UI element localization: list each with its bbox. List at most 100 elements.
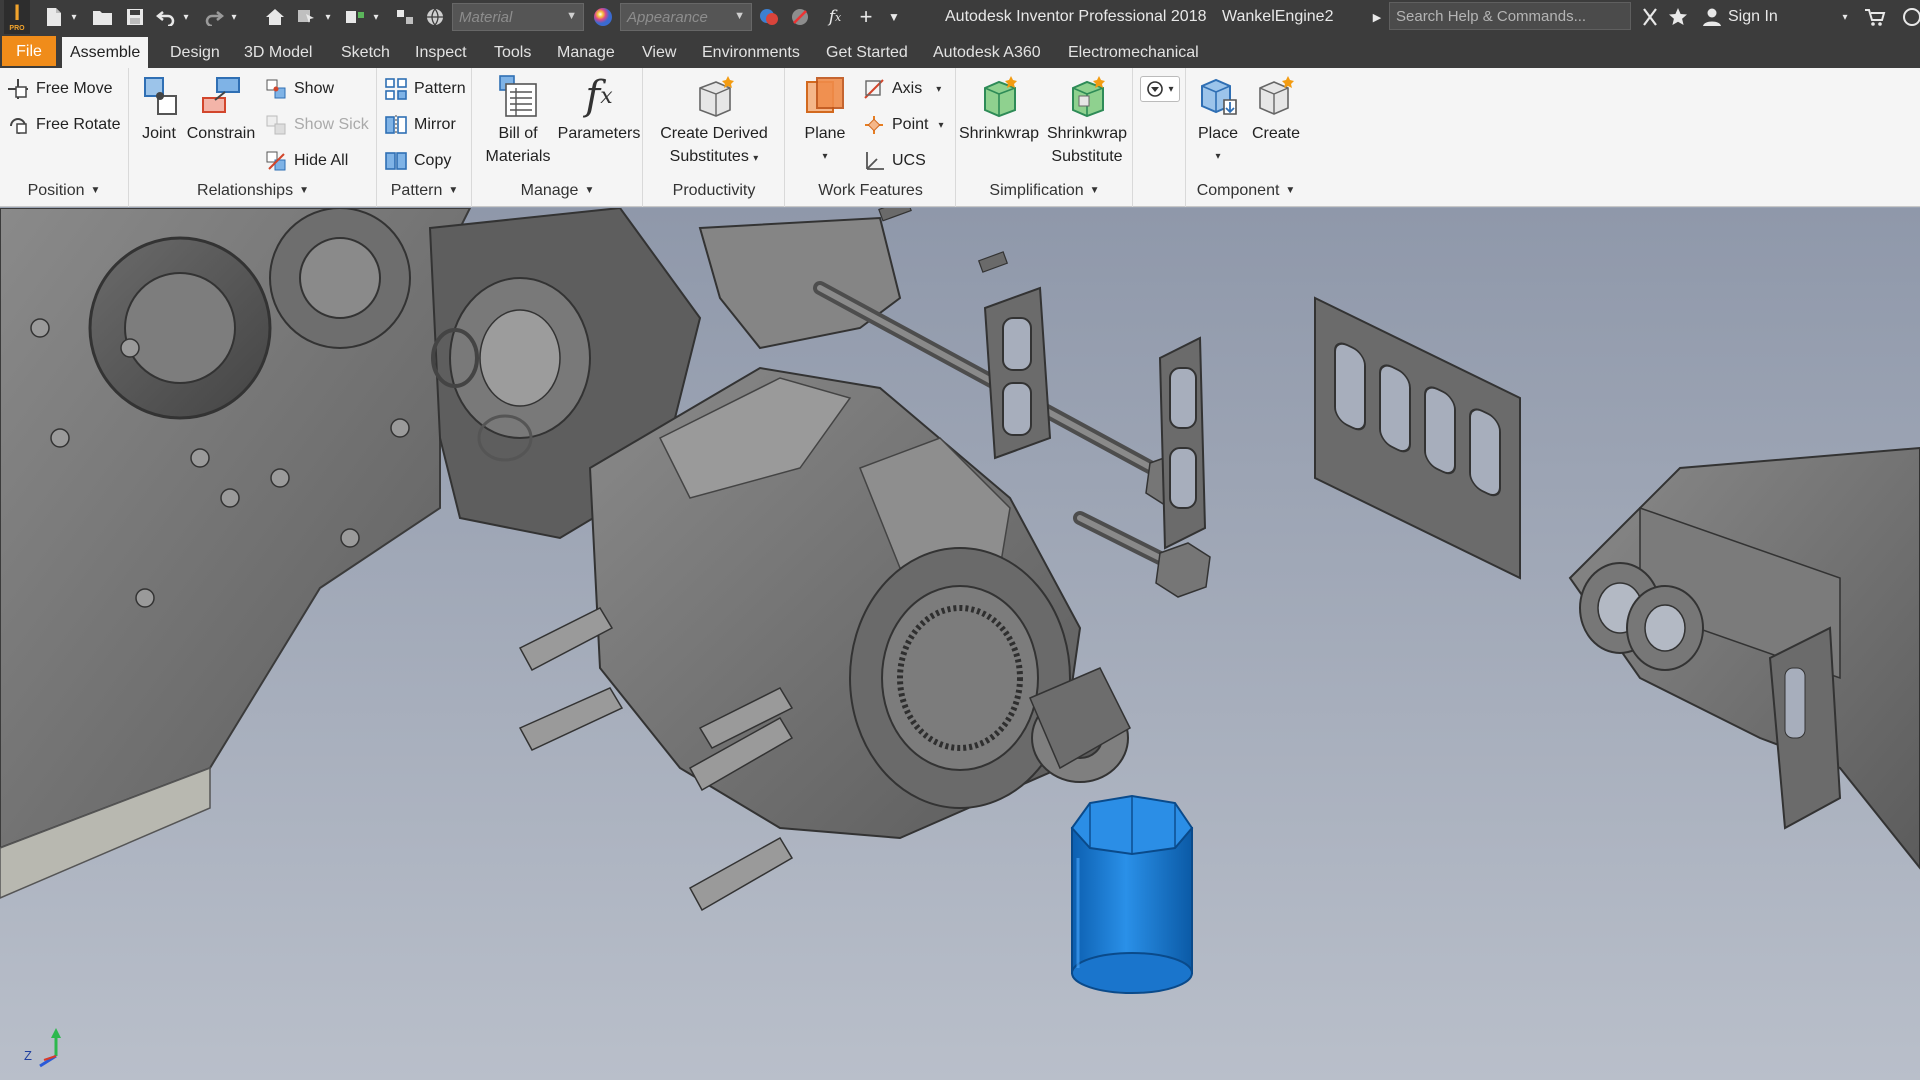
signin-dropdown-icon[interactable]: ▾ xyxy=(1838,4,1852,30)
tab-tools[interactable]: Tools xyxy=(486,37,539,68)
sign-in-link[interactable]: Sign In xyxy=(1728,8,1778,26)
customize-toolbar-icon[interactable]: ▼ xyxy=(884,4,904,30)
joint-button[interactable]: Joint xyxy=(136,72,182,145)
save-icon[interactable] xyxy=(122,4,148,30)
tab-view[interactable]: View xyxy=(634,37,684,68)
tab-autodesk-a360[interactable]: Autodesk A360 xyxy=(925,37,1049,68)
redo-icon[interactable] xyxy=(202,4,226,30)
undo-dropdown-icon[interactable]: ▾ xyxy=(180,4,192,30)
tab-design[interactable]: Design xyxy=(162,37,228,68)
tab-inspect[interactable]: Inspect xyxy=(407,37,475,68)
material-dropdown[interactable]: Material ▼ xyxy=(452,3,584,31)
free-rotate-icon xyxy=(6,113,30,137)
shrinkwrap-icon xyxy=(975,72,1023,120)
chevron-down-icon: ▼ xyxy=(734,10,745,22)
constrain-button[interactable]: Constrain xyxy=(186,72,256,145)
chevron-down-icon: ▾ xyxy=(822,151,828,162)
panel-position-label[interactable]: Position ▼ xyxy=(0,182,128,204)
mirror-icon xyxy=(384,113,408,137)
adjust-appearance-icon[interactable] xyxy=(756,4,782,30)
undo-icon[interactable] xyxy=(154,4,178,30)
parameters-button[interactable]: fx Parameters xyxy=(557,72,641,145)
copy-icon xyxy=(384,149,408,173)
place-button[interactable]: Place ▾ xyxy=(1191,72,1245,168)
tab-electromechanical[interactable]: Electromechanical xyxy=(1060,37,1207,68)
inventor-logo-icon[interactable]: I PRO xyxy=(4,0,30,34)
axis-icon xyxy=(862,77,886,101)
chevron-down-icon: ▼ xyxy=(90,185,101,196)
tab-assemble[interactable]: Assemble xyxy=(62,37,149,68)
mirror-button[interactable]: Mirror xyxy=(384,110,456,140)
fx-parameters-icon[interactable]: fx xyxy=(822,4,848,30)
joint-label: Joint xyxy=(142,125,176,142)
shrinkwrap-substitute-button[interactable]: Shrinkwrap Substitute xyxy=(1043,72,1131,168)
copy-button[interactable]: Copy xyxy=(384,146,451,176)
copy-label: Copy xyxy=(414,152,452,169)
favorites-star-icon[interactable] xyxy=(1666,4,1690,30)
open-folder-icon[interactable] xyxy=(90,4,116,30)
panel-relationships-label[interactable]: Relationships ▼ xyxy=(130,182,376,204)
intake-gaskets[interactable] xyxy=(983,286,1521,580)
appearance-dropdown[interactable]: Appearance ▼ xyxy=(620,3,752,31)
engine-housing-plate[interactable] xyxy=(0,208,472,899)
derived-label-line1: Create Derived xyxy=(660,125,768,142)
search-input[interactable]: Search Help & Commands... xyxy=(1389,2,1631,30)
point-button[interactable]: Point ▾ xyxy=(862,110,944,140)
measure-icon[interactable] xyxy=(392,4,418,30)
free-rotate-button[interactable]: Free Rotate xyxy=(6,110,120,140)
update-icon[interactable] xyxy=(342,4,368,30)
help-icon[interactable] xyxy=(1900,4,1920,30)
create-derived-substitutes-button[interactable]: Create Derived Substitutes ▾ xyxy=(648,72,780,170)
shrinkwrap-sub-label-line2: Substitute xyxy=(1051,148,1123,165)
assembly-model[interactable]: Z xyxy=(0,208,1920,1080)
panel-pattern-label[interactable]: Pattern ▼ xyxy=(378,182,471,204)
create-component-button[interactable]: Create xyxy=(1249,72,1303,145)
user-icon[interactable] xyxy=(1700,4,1724,30)
tab-environments[interactable]: Environments xyxy=(694,37,808,68)
bom-label-line1: Bill of xyxy=(498,125,538,142)
create-label: Create xyxy=(1251,125,1301,142)
select-icon[interactable] xyxy=(294,4,320,30)
axis-button[interactable]: Axis ▾ xyxy=(862,74,941,104)
clear-appearance-icon[interactable] xyxy=(788,4,814,30)
home-icon[interactable] xyxy=(262,4,288,30)
graphics-viewport[interactable]: Z xyxy=(0,208,1920,1080)
plane-button[interactable]: Plane ▾ xyxy=(796,72,854,168)
intake-manifold[interactable] xyxy=(1568,446,1920,870)
bill-of-materials-button[interactable]: Bill of Materials xyxy=(479,72,557,168)
tab-get-started[interactable]: Get Started xyxy=(818,37,916,68)
pattern-button[interactable]: Pattern xyxy=(384,74,466,104)
oil-filter[interactable] xyxy=(1070,794,1194,994)
cart-icon[interactable] xyxy=(1862,4,1888,30)
plus-icon[interactable]: + xyxy=(854,4,878,30)
axis-label: Axis xyxy=(892,80,923,97)
panel-component-label[interactable]: Component ▼ xyxy=(1187,182,1305,204)
redo-dropdown-icon[interactable]: ▾ xyxy=(228,4,240,30)
shrinkwrap-button[interactable]: Shrinkwrap xyxy=(957,72,1041,145)
select-dropdown-icon[interactable]: ▾ xyxy=(322,4,334,30)
panel-manage-label[interactable]: Manage ▼ xyxy=(473,182,642,204)
globe-icon[interactable] xyxy=(422,4,448,30)
filter-down-icon xyxy=(1147,81,1164,97)
expand-arrow-icon[interactable]: ▶ xyxy=(1370,4,1384,30)
hide-all-button[interactable]: Hide All xyxy=(264,146,348,176)
show-sick-label: Show Sick xyxy=(294,116,369,133)
new-file-icon[interactable] xyxy=(40,4,68,30)
tab-3d-model[interactable]: 3D Model xyxy=(236,37,320,68)
ucs-button[interactable]: UCS xyxy=(862,146,926,176)
show-sick-button[interactable]: Show Sick xyxy=(264,110,369,140)
tab-file[interactable]: File xyxy=(2,36,56,66)
update-dropdown-icon[interactable]: ▾ xyxy=(370,4,382,30)
free-move-button[interactable]: Free Move xyxy=(6,74,112,104)
tab-sketch[interactable]: Sketch xyxy=(333,37,398,68)
new-dropdown-icon[interactable]: ▾ xyxy=(68,4,80,30)
show-button[interactable]: Show xyxy=(264,74,334,104)
panel-options-button[interactable]: ▾ xyxy=(1140,76,1180,102)
constrain-icon xyxy=(197,72,245,120)
small-bolts[interactable] xyxy=(878,208,1009,273)
panel-simplification-label[interactable]: Simplification ▼ xyxy=(957,182,1132,204)
chevron-down-icon: ▼ xyxy=(566,10,577,22)
tab-manage[interactable]: Manage xyxy=(549,37,623,68)
appearance-sphere-icon[interactable] xyxy=(590,4,616,30)
search-binoculars-icon[interactable] xyxy=(1638,4,1662,30)
